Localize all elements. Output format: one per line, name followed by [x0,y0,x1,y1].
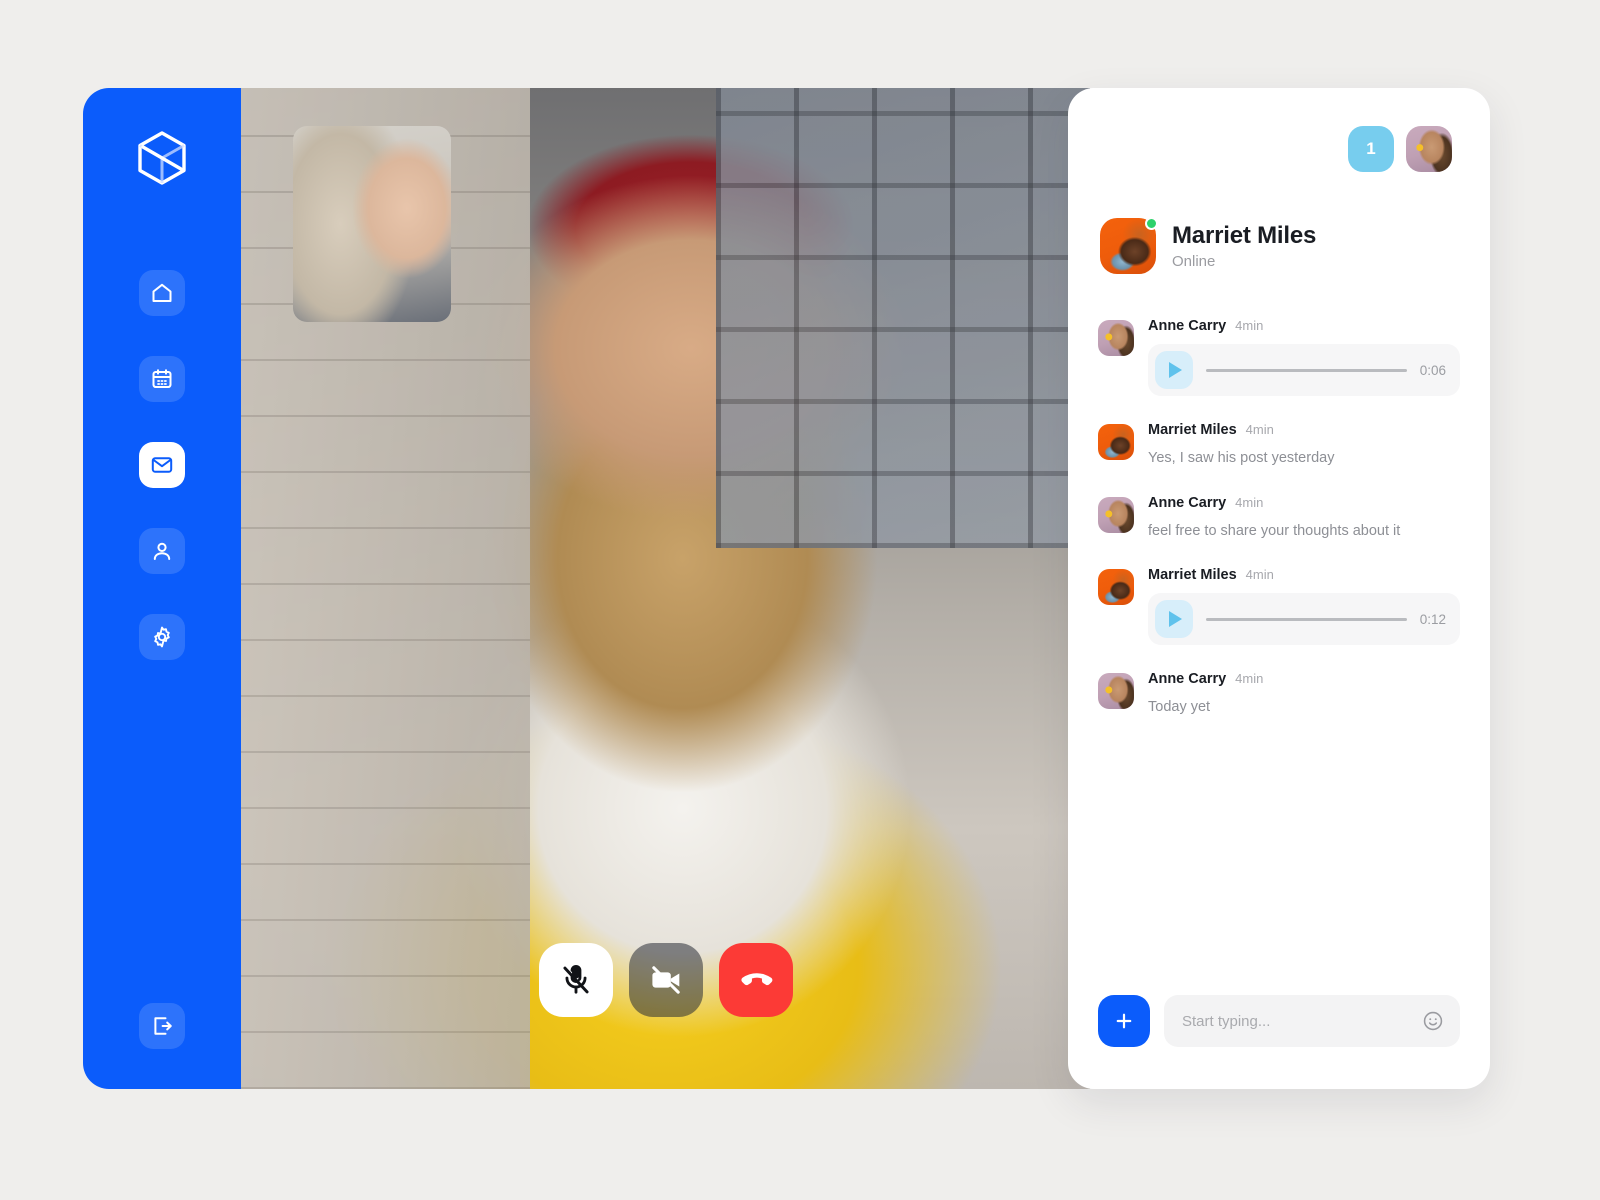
end-call-button[interactable] [718,943,793,1017]
logout-icon[interactable] [139,1003,185,1049]
list-item: Marriet Miles 4min 0:12 [1098,567,1460,646]
call-controls [241,943,1090,1017]
message-text: Today yet [1148,699,1211,716]
chat-header-actions: 1 [1068,88,1490,172]
status-badge: Online [1172,253,1216,270]
avatar [1098,569,1134,606]
list-item: Anne Carry 4min feel free to share your … [1098,495,1460,542]
message-timestamp: 4min [1245,567,1274,583]
message-composer [1068,995,1490,1089]
play-icon[interactable] [1155,600,1193,639]
voice-message-player[interactable]: 0:06 [1148,344,1460,396]
avatar [1098,320,1134,356]
avatar [1098,673,1134,710]
message-sender: Anne Carry [1148,671,1227,688]
message-input[interactable] [1182,1012,1414,1030]
message-sender: Marriet Miles [1148,422,1237,438]
message-sender: Anne Carry [1148,494,1227,511]
message-text: feel free to share your thoughts about i… [1148,522,1401,539]
app-window: 1 Marriet Miles Online Anne Carry 4min 0… [83,88,1490,1089]
audio-duration: 0:12 [1419,611,1446,627]
sidebar-item-mail[interactable] [139,442,185,488]
voice-message-player[interactable]: 0:12 [1148,593,1460,646]
message-sender: Anne Carry [1148,318,1227,334]
audio-duration: 0:06 [1419,362,1446,378]
microphone-mute-button[interactable] [538,943,613,1017]
account-avatar[interactable] [1406,126,1452,172]
chat-panel: 1 Marriet Miles Online Anne Carry 4min 0… [1068,88,1490,1089]
camera-off-button[interactable] [628,943,703,1017]
chat-contact-header[interactable]: Marriet Miles Online [1068,172,1490,274]
self-view-thumbnail[interactable] [293,126,451,322]
online-status-dot [1145,217,1158,230]
message-timestamp: 4min [1245,422,1274,437]
smiley-icon[interactable] [1422,1010,1444,1032]
play-icon[interactable] [1155,351,1193,389]
video-background-windows [716,88,1090,549]
sidebar-nav [139,270,185,660]
audio-progress-bar[interactable] [1206,617,1407,621]
message-text: Yes, I saw his post yesterday [1148,450,1335,466]
list-item: Anne Carry 4min Today yet [1098,671,1460,718]
avatar [1098,424,1134,460]
message-input-wrapper[interactable] [1164,995,1460,1047]
message-sender: Marriet Miles [1148,567,1237,584]
message-timestamp: 4min [1235,318,1264,333]
sidebar-item-settings[interactable] [139,614,185,660]
add-attachment-button[interactable] [1098,995,1150,1047]
message-timestamp: 4min [1235,494,1264,510]
sidebar [83,88,241,1089]
sidebar-item-home[interactable] [139,270,185,316]
avatar [1098,496,1134,533]
audio-progress-bar[interactable] [1206,368,1407,372]
avatar [1100,217,1158,274]
cube-logo-icon[interactable] [132,128,192,188]
notification-badge[interactable]: 1 [1348,126,1394,172]
video-call-stage [241,88,1090,1089]
list-item: Anne Carry 4min 0:06 [1098,318,1460,396]
message-list[interactable]: Anne Carry 4min 0:06 Marriet Miles 4min … [1068,274,1490,995]
message-timestamp: 4min [1235,671,1264,687]
sidebar-item-contacts[interactable] [139,528,185,574]
page-title: Marriet Miles [1172,222,1317,249]
list-item: Marriet Miles 4min Yes, I saw his post y… [1098,422,1460,469]
sidebar-item-calendar[interactable] [139,356,185,402]
